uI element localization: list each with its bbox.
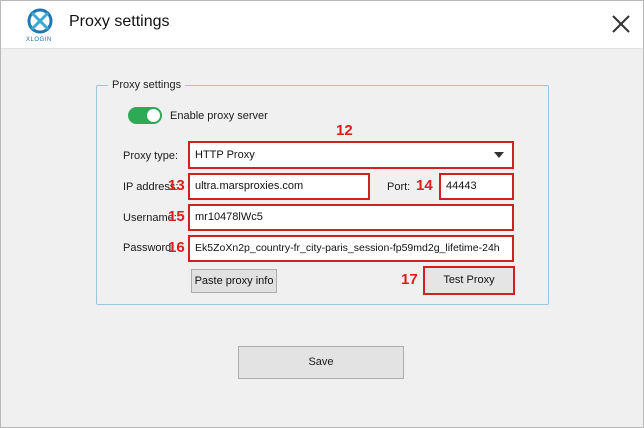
password-input[interactable]: Ek5ZoXn2p_country-fr_city-paris_session-… xyxy=(188,235,514,262)
annotation-15: 15 xyxy=(168,208,185,225)
group-legend: Proxy settings xyxy=(108,79,186,91)
close-icon[interactable] xyxy=(609,12,633,36)
ip-address-input[interactable]: ultra.marsproxies.com xyxy=(188,173,370,200)
enable-proxy-label: Enable proxy server xyxy=(170,110,268,122)
xlogin-logo-icon xyxy=(27,8,53,34)
annotation-12: 12 xyxy=(336,122,353,139)
enable-proxy-toggle[interactable] xyxy=(128,107,162,124)
annotation-13: 13 xyxy=(168,177,185,194)
proxy-type-label: Proxy type: xyxy=(123,150,179,162)
logo-text: XLOGIN xyxy=(26,37,52,43)
toggle-knob xyxy=(147,109,160,122)
port-input[interactable]: 44443 xyxy=(439,173,514,200)
title-bar: XLOGIN Proxy settings xyxy=(1,1,643,49)
annotation-16: 16 xyxy=(168,239,185,256)
chevron-down-icon xyxy=(494,152,504,158)
test-proxy-button[interactable]: Test Proxy xyxy=(423,266,515,295)
port-label: Port: xyxy=(387,181,411,193)
paste-proxy-info-button[interactable]: Paste proxy info xyxy=(191,269,277,293)
annotation-14: 14 xyxy=(416,177,433,194)
username-input[interactable]: mr10478lWc5 xyxy=(188,204,514,231)
save-button[interactable]: Save xyxy=(238,346,404,379)
proxy-type-select[interactable]: HTTP Proxy xyxy=(188,141,514,169)
proxy-type-value: HTTP Proxy xyxy=(195,149,255,161)
window-title: Proxy settings xyxy=(69,13,170,30)
password-label: Password: xyxy=(123,242,175,254)
annotation-17: 17 xyxy=(401,271,418,288)
